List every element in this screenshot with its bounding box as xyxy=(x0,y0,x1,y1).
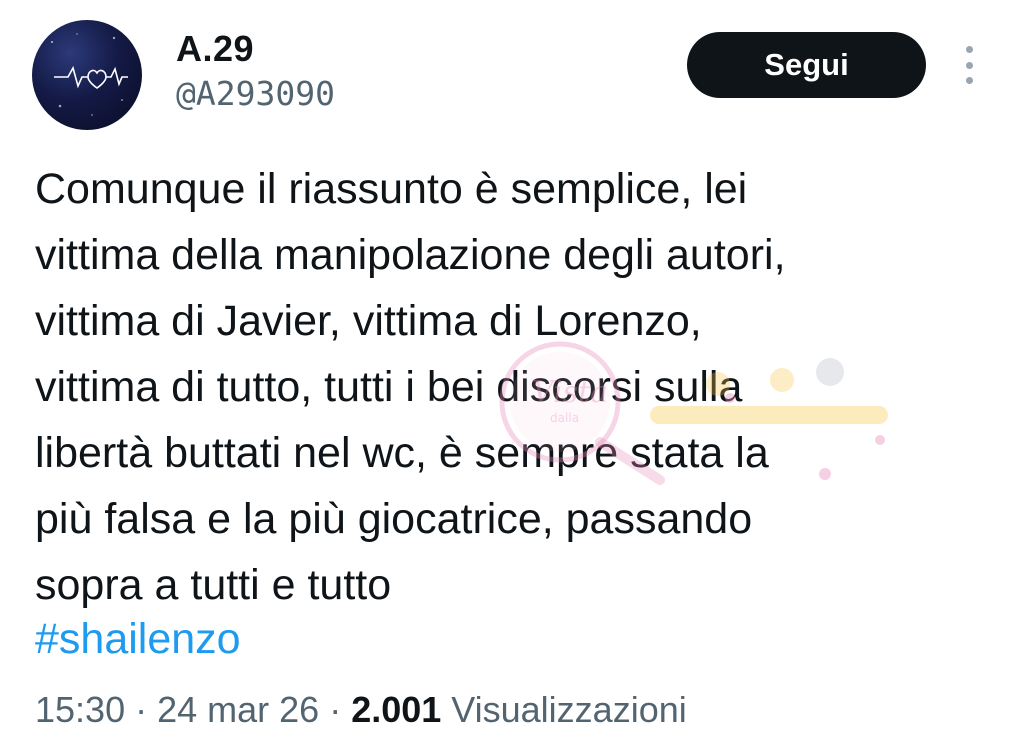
heartbeat-avatar-icon xyxy=(51,33,128,116)
user-avatar[interactable] xyxy=(32,20,142,130)
more-dot xyxy=(965,77,973,84)
more-dot xyxy=(965,46,973,53)
tweet-card: A.29 @A293090 Segui Comunque il riassunt… xyxy=(0,0,1024,730)
more-dot xyxy=(965,61,973,69)
tweet-text-line: vittima di tutto, tutti i bei discorsi s… xyxy=(35,363,743,411)
views-count: 2.001 xyxy=(351,689,442,730)
tweet-text-line: più falsa e la più giocatrice, passando xyxy=(35,495,753,543)
meta-separator: · xyxy=(125,689,158,730)
tweet-text-line: vittima di Javier, vittima di Lorenzo, xyxy=(35,297,702,345)
more-vertical-icon[interactable] xyxy=(954,42,984,88)
tweet-meta: 15:30 · 24 mar 26 · 2.001 Visualizzazion… xyxy=(35,688,687,732)
tweet-text-line: libertà buttati nel wc, è sempre stata l… xyxy=(35,429,769,477)
meta-separator: · xyxy=(319,689,352,730)
follow-button[interactable]: Segui xyxy=(687,32,926,98)
display-name[interactable]: A.29 xyxy=(176,28,254,70)
tweet-date[interactable]: 24 mar 26 xyxy=(157,689,319,730)
user-handle[interactable]: @A293090 xyxy=(176,74,335,113)
hashtag-link[interactable]: #shailenzo xyxy=(35,606,241,672)
tweet-text: Comunque il riassunto è semplice, lei vi… xyxy=(35,156,995,618)
tweet-text-line: Comunque il riassunto è semplice, lei xyxy=(35,165,748,213)
views-label: Visualizzazioni xyxy=(441,689,687,730)
tweet-text-line: vittima della manipolazione degli autori… xyxy=(35,231,786,279)
tweet-time[interactable]: 15:30 xyxy=(35,689,125,730)
